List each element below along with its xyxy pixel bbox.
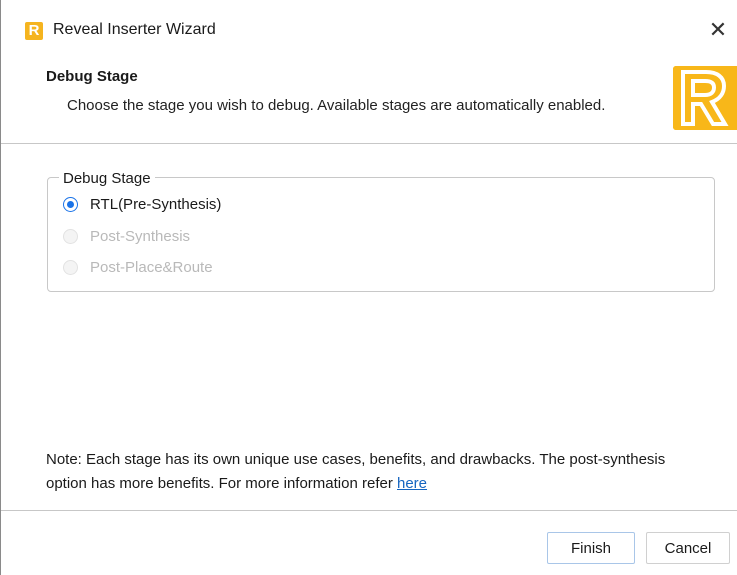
cancel-button[interactable]: Cancel	[646, 532, 730, 564]
wizard-window: R Reveal Inserter Wizard ✕ Debug Stage C…	[0, 0, 737, 575]
footer-divider	[1, 510, 737, 511]
wizard-header: Debug Stage Choose the stage you wish to…	[1, 44, 737, 144]
group-legend: Debug Stage	[59, 170, 155, 187]
app-icon-letter: R	[28, 22, 40, 39]
radio-rtl-pre-synthesis[interactable]: RTL(Pre-Synthesis)	[63, 193, 221, 215]
radio-post-place-route: Post-Place&Route	[63, 256, 213, 278]
page-title: Debug Stage	[46, 68, 138, 85]
note-text: Note: Each stage has its own unique use …	[46, 448, 706, 496]
window-title: Reveal Inserter Wizard	[53, 21, 216, 38]
here-link[interactable]: here	[397, 475, 427, 492]
radio-label: Post-Synthesis	[90, 227, 191, 245]
finish-button[interactable]: Finish	[547, 532, 635, 564]
page-description: Choose the stage you wish to debug. Avai…	[67, 97, 606, 114]
radio-label: Post-Place&Route	[90, 258, 213, 276]
radio-label: RTL(Pre-Synthesis)	[90, 195, 222, 213]
radio-button-checked[interactable]	[63, 196, 78, 212]
reveal-brand-logo-icon	[673, 66, 737, 130]
close-icon[interactable]: ✕	[704, 16, 732, 44]
radio-post-synthesis: Post-Synthesis	[63, 225, 190, 247]
note-body: Note: Each stage has its own unique use …	[46, 451, 666, 492]
title-bar: R Reveal Inserter Wizard ✕	[1, 0, 737, 44]
radio-button-disabled	[63, 259, 78, 275]
reveal-logo-icon: R	[25, 22, 43, 40]
radio-button-disabled	[63, 228, 78, 244]
